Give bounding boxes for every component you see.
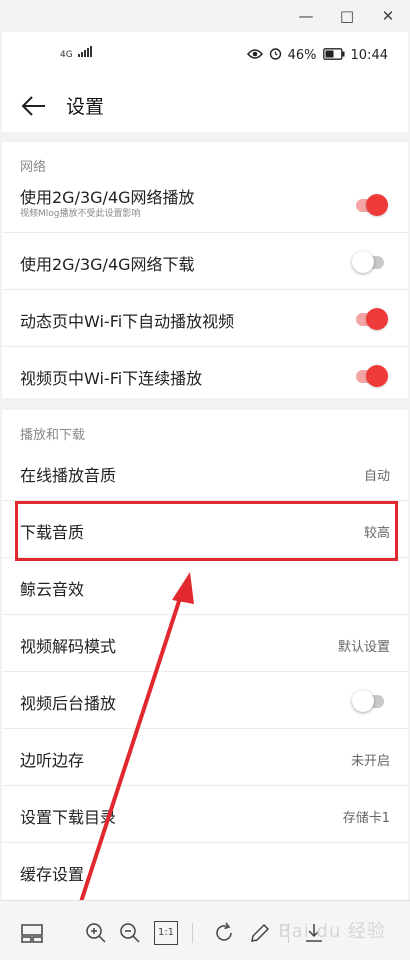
setting-row-sound-effect[interactable]: 鲸云音效	[2, 558, 408, 615]
signal-icon	[77, 46, 92, 57]
alarm-icon	[269, 47, 282, 64]
thumbnail-icon[interactable]	[20, 921, 44, 945]
actual-size-button[interactable]: 1:1	[154, 921, 178, 945]
close-icon[interactable]: ✕	[378, 6, 398, 26]
baidu-watermark: Bai du 经验	[278, 921, 386, 942]
setting-row-mobile-download[interactable]: 使用2G/3G/4G网络下载	[2, 233, 408, 290]
setting-row-wifi-continuous[interactable]: 视频页中Wi-Fi下连续播放	[2, 347, 408, 404]
wifi-continuous-toggle[interactable]	[352, 364, 388, 388]
network-type: 4G	[60, 50, 73, 60]
network-section: 网络 使用2G/3G/4G网络播放 视频Mlog播放不受此设置影响 使用2G/3…	[2, 142, 408, 398]
battery-icon	[322, 47, 345, 64]
viewer-title-bar: — □ ✕	[0, 0, 410, 32]
battery-percent: 46%	[287, 48, 317, 63]
signal-indicator: 4G	[60, 46, 92, 60]
setting-value: 存储卡1	[342, 811, 390, 826]
minimize-icon[interactable]: —	[296, 6, 316, 26]
setting-label: 边听边存	[20, 751, 85, 770]
setting-label: 视频后台播放	[20, 694, 117, 713]
setting-label: 视频页中Wi-Fi下连续播放	[20, 369, 203, 388]
phone-screen: 4G 46% 10:44 设置 网络 使用2G/3G/4G网络播放 视频Mlog…	[2, 32, 408, 900]
setting-row-mobile-play[interactable]: 使用2G/3G/4G网络播放 视频Mlog播放不受此设置影响	[2, 176, 408, 233]
mobile-play-toggle[interactable]	[352, 193, 388, 217]
playback-section: 播放和下载 在线播放音质 自动 下载音质 较高 鲸云音效 视频解码模式 默认设置…	[2, 410, 408, 900]
setting-label: 动态页中Wi-Fi下自动播放视频	[20, 312, 235, 331]
page-title: 设置	[66, 96, 105, 118]
app-header: 设置	[2, 80, 408, 132]
status-right: 46% 10:44	[246, 47, 388, 64]
setting-row-download-quality[interactable]: 下载音质 较高	[2, 501, 408, 558]
setting-value: 自动	[363, 469, 390, 484]
setting-row-online-quality[interactable]: 在线播放音质 自动	[2, 444, 408, 501]
setting-row-background-play[interactable]: 视频后台播放	[2, 672, 408, 729]
setting-row-cache-settings[interactable]: 缓存设置	[2, 843, 408, 900]
setting-row-wifi-autoplay[interactable]: 动态页中Wi-Fi下自动播放视频	[2, 290, 408, 347]
setting-row-cache-while-listening[interactable]: 边听边存 未开启	[2, 729, 408, 786]
setting-label: 在线播放音质	[20, 466, 117, 485]
wifi-autoplay-toggle[interactable]	[352, 307, 388, 331]
setting-label: 鲸云音效	[20, 580, 85, 599]
setting-value: 默认设置	[337, 640, 390, 655]
status-bar: 4G 46% 10:44	[2, 32, 408, 80]
setting-value: 未开启	[350, 754, 390, 769]
maximize-icon[interactable]: □	[337, 6, 357, 26]
setting-label: 下载音质	[20, 523, 85, 542]
mobile-download-toggle[interactable]	[352, 250, 388, 274]
zoom-out-icon[interactable]	[118, 921, 142, 945]
section-title-playback: 播放和下载	[20, 428, 86, 443]
setting-label: 视频解码模式	[20, 637, 117, 656]
zoom-in-icon[interactable]	[84, 921, 108, 945]
eye-icon	[246, 48, 263, 64]
setting-label: 使用2G/3G/4G网络播放	[20, 188, 195, 207]
setting-label: 设置下载目录	[20, 808, 117, 827]
toolbar-divider	[192, 923, 193, 943]
background-play-toggle[interactable]	[352, 689, 388, 713]
setting-row-video-decode[interactable]: 视频解码模式 默认设置	[2, 615, 408, 672]
back-arrow-icon[interactable]	[20, 92, 48, 120]
rotate-icon[interactable]	[212, 921, 236, 945]
viewer-toolbar: 1:1 Bai du 经验	[0, 900, 410, 960]
setting-row-download-directory[interactable]: 设置下载目录 存储卡1	[2, 786, 408, 843]
setting-sublabel: 视频Mlog播放不受此设置影响	[20, 209, 141, 219]
setting-value: 较高	[363, 526, 390, 541]
setting-label: 使用2G/3G/4G网络下载	[20, 255, 195, 274]
clock-time: 10:44	[350, 48, 388, 63]
section-title-network: 网络	[20, 160, 47, 175]
setting-label: 缓存设置	[20, 865, 85, 884]
edit-pencil-icon[interactable]	[248, 921, 272, 945]
